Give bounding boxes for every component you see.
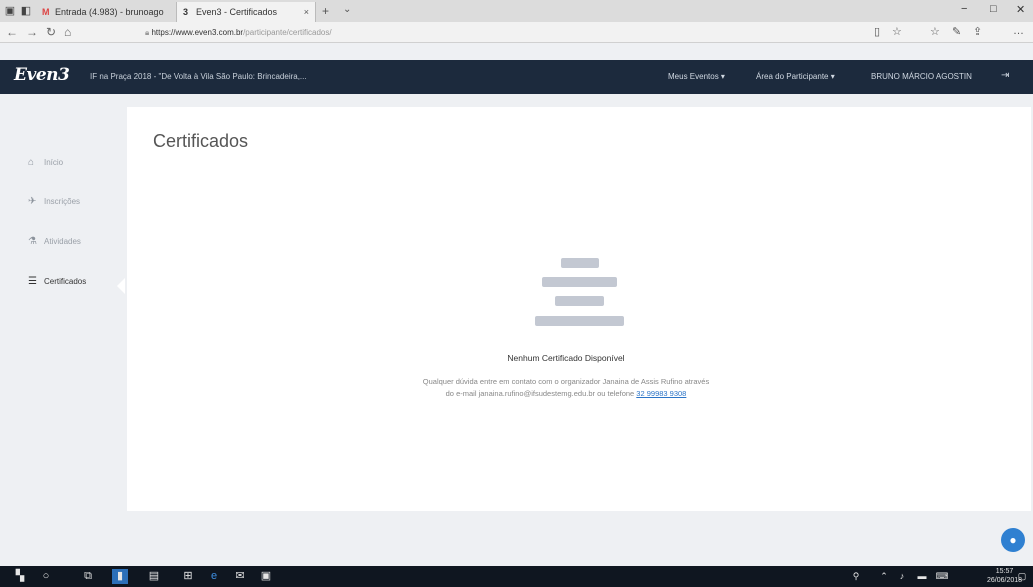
even3-logo[interactable]: Even3 xyxy=(14,65,70,85)
tab-label: Even3 - Certificados xyxy=(196,7,278,17)
sidebar-item-label: Atividades xyxy=(44,237,81,246)
empty-state-title: Nenhum Certificado Disponível xyxy=(507,353,625,363)
sidebar-item-atividades[interactable]: ⚗ Atividades xyxy=(28,236,81,247)
tab-label: Entrada (4.983) - brunoago xyxy=(55,7,164,17)
sidebar-item-inscricoes[interactable]: ✈ Inscrições xyxy=(28,196,80,207)
page-title: Certificados xyxy=(153,131,249,151)
refresh-icon[interactable]: ↻ xyxy=(46,25,56,39)
phone-link[interactable]: 32 99983 9308 xyxy=(636,389,686,398)
gmail-icon: M xyxy=(42,7,50,17)
tab-preview-chevron-icon[interactable]: ⌄ xyxy=(343,4,351,15)
favorites-hub-icon[interactable]: ☆ xyxy=(930,25,940,38)
chat-button[interactable]: ● xyxy=(1001,528,1025,552)
chevron-up-icon[interactable]: ⌃ xyxy=(876,569,892,584)
language-icon[interactable]: ⌨ xyxy=(934,569,950,584)
content-panel xyxy=(127,107,1031,511)
more-icon[interactable]: … xyxy=(1013,25,1024,37)
reading-view-icon[interactable]: ▯ xyxy=(874,25,880,38)
people-icon[interactable]: ⚲ xyxy=(848,569,864,584)
empty-state-message: Qualquer dúvida entre em contato com o o… xyxy=(422,377,710,386)
sidebar-item-label: Certificados xyxy=(44,277,87,286)
app-icon[interactable]: ▣ xyxy=(258,569,274,584)
url-path: /participante/certificados/ xyxy=(243,28,332,37)
logout-icon[interactable]: ⇥ xyxy=(1001,70,1009,81)
url-domain: https://www.even3.com.br xyxy=(151,28,244,37)
maximize-button[interactable]: □ xyxy=(990,3,997,15)
search-icon[interactable]: ○ xyxy=(38,569,54,584)
tab-gmail[interactable]: M Entrada (4.983) - brunoago xyxy=(36,2,176,22)
app-icon[interactable]: ▮ xyxy=(112,569,128,584)
contact-text: do e-mail janaina.rufino@ifsudestemg.edu… xyxy=(445,389,637,398)
placeholder-bar xyxy=(542,277,617,287)
volume-icon[interactable]: ♪ xyxy=(894,569,910,584)
sidebar-item-certificados[interactable]: ☰ Certificados xyxy=(28,276,86,287)
address-bar-row: ← → ↻ ⌂ 🔒︎ https://www.even3.com.br/part… xyxy=(0,22,1033,43)
browser-tab-strip: ▣ ◧ M Entrada (4.983) - brunoago 3 Even3 -… xyxy=(0,0,1033,22)
close-tab-icon[interactable]: × xyxy=(304,2,309,22)
sidebar-item-label: Início xyxy=(44,158,64,167)
chat-bubble-icon: ● xyxy=(1009,533,1017,547)
back-icon[interactable]: ← xyxy=(6,25,18,39)
sidebar-item-label: Inscrições xyxy=(44,197,81,206)
placeholder-bar xyxy=(535,316,624,326)
clock-date: 26/06/2018 xyxy=(987,577,1023,584)
even3-favicon-icon: 3 xyxy=(183,7,189,17)
close-window-button[interactable]: ✕ xyxy=(1016,3,1025,16)
tab-even3[interactable]: 3 Even3 - Certificados × xyxy=(176,2,316,22)
set-aside-tabs-icon[interactable]: ◧ xyxy=(20,5,32,17)
windows-start-icon[interactable]: ▚ xyxy=(12,569,28,584)
task-view-icon[interactable]: ⧉ xyxy=(80,569,96,584)
app-icon[interactable]: ▤ xyxy=(146,569,162,584)
tab-actions-icon[interactable]: ▣ xyxy=(4,5,16,17)
store-icon[interactable]: ⊞ xyxy=(180,569,196,584)
edge-icon[interactable]: e xyxy=(206,569,222,584)
url-field[interactable]: 🔒︎ https://www.even3.com.br/participante… xyxy=(145,25,845,40)
participant-area-menu[interactable]: Área do Participante ▾ xyxy=(756,72,835,81)
share-icon[interactable]: ⇪ xyxy=(973,25,982,38)
certificate-icon: ☰ xyxy=(28,276,37,287)
my-events-menu[interactable]: Meus Eventos ▾ xyxy=(668,72,725,81)
page-top-band xyxy=(0,43,1033,60)
network-icon[interactable]: ▬ xyxy=(914,569,930,584)
new-tab-button[interactable]: + xyxy=(322,4,329,18)
sidebar-item-inicio[interactable]: ⌂ Início xyxy=(28,157,63,168)
minimize-button[interactable]: − xyxy=(961,3,967,15)
favorite-star-icon[interactable]: ☆ xyxy=(892,25,902,38)
flask-icon: ⚗ xyxy=(28,236,37,247)
placeholder-bar xyxy=(561,258,599,268)
pen-icon[interactable]: ✎ xyxy=(952,25,961,38)
empty-state-message-contact: do e-mail janaina.rufino@ifsudestemg.edu… xyxy=(0,389,1033,398)
home-icon[interactable]: ⌂ xyxy=(64,25,71,39)
windows-taskbar: ▚ ○ ⧉ ▮ ▤ ⊞ e ✉ ▣ ⚲ ⌃ ♪ ▬ ⌨ ▢ xyxy=(0,566,1033,587)
event-name[interactable]: IF na Praça 2018 - "De Volta à Vila São … xyxy=(90,72,307,81)
mail-icon[interactable]: ✉ xyxy=(232,569,248,584)
ticket-icon: ✈ xyxy=(28,196,37,207)
taskbar-clock[interactable]: 15:57 26/06/2018 xyxy=(987,567,1022,585)
forward-icon[interactable]: → xyxy=(26,25,38,39)
active-item-pointer xyxy=(117,278,125,294)
placeholder-bar xyxy=(555,296,604,306)
user-name[interactable]: BRUNO MÁRCIO AGOSTIN xyxy=(871,72,972,81)
home-icon: ⌂ xyxy=(28,157,35,168)
clock-time: 15:57 xyxy=(995,568,1014,575)
